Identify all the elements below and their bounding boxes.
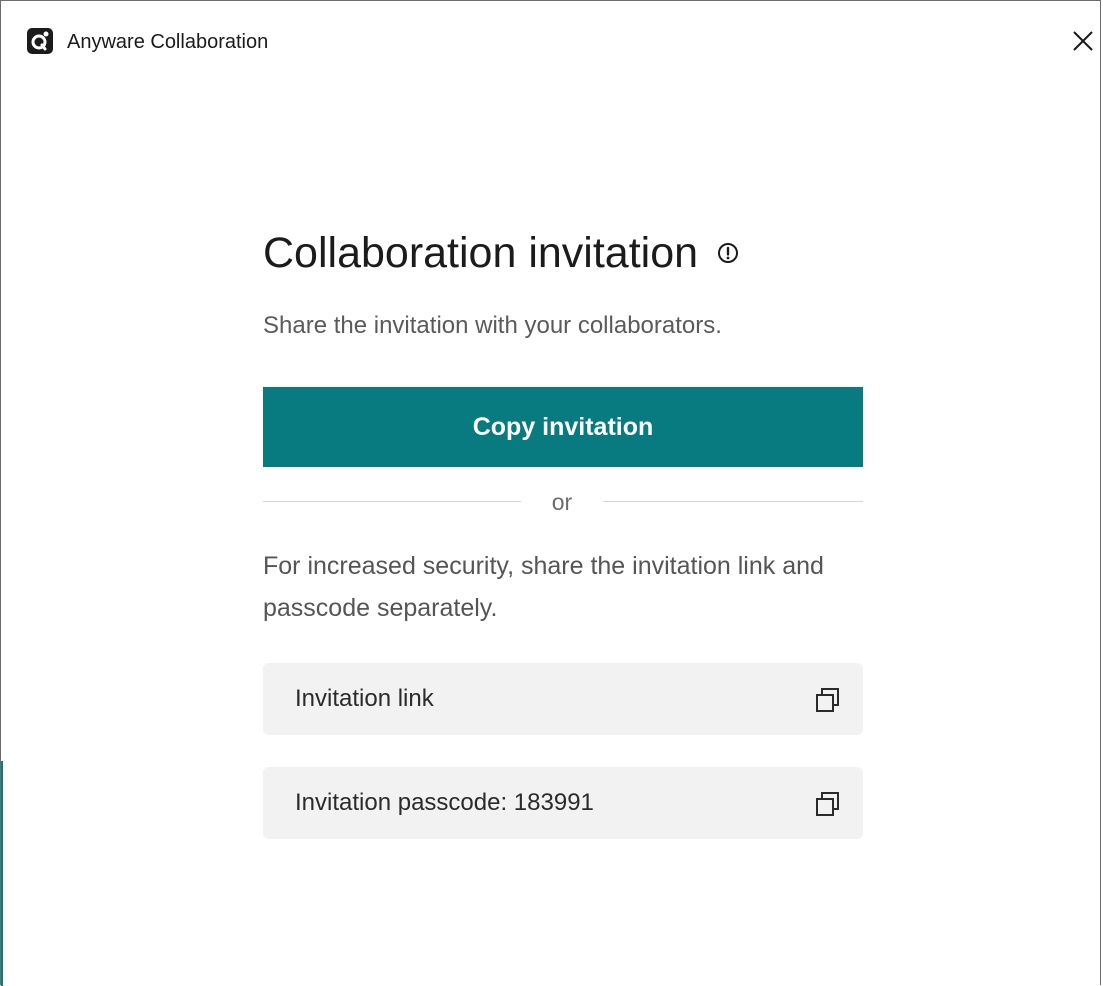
invitation-link-label: Invitation link (295, 685, 434, 712)
close-icon (1073, 31, 1093, 51)
anyware-app-icon (27, 28, 53, 54)
copy-icon[interactable] (813, 685, 843, 715)
security-note: For increased security, share the invita… (263, 552, 824, 622)
invitation-link-row[interactable]: Invitation link (263, 663, 863, 735)
or-divider: or (263, 485, 863, 519)
window-title: Anyware Collaboration (67, 31, 269, 53)
divider-line-right (603, 501, 863, 502)
invitation-passcode-label: Invitation passcode: 183991 (295, 789, 594, 816)
info-icon[interactable] (716, 241, 740, 265)
invitation-passcode-row[interactable]: Invitation passcode: 183991 (263, 767, 863, 839)
collaboration-window: Anyware Collaboration Collaboration invi… (0, 0, 1101, 986)
title-bar: Anyware Collaboration (1, 1, 1100, 81)
subtitle: Share the invitation with your collabora… (263, 312, 722, 339)
divider-line-left (263, 501, 521, 502)
copy-invitation-button[interactable]: Copy invitation (263, 387, 863, 467)
divider-label: or (551, 489, 573, 515)
close-button[interactable] (1065, 23, 1101, 59)
page-title: Collaboration invitation (263, 229, 699, 277)
window-accent-edge (1, 761, 3, 986)
copy-icon[interactable] (813, 789, 843, 819)
heading-row: Collaboration invitation (263, 223, 740, 283)
